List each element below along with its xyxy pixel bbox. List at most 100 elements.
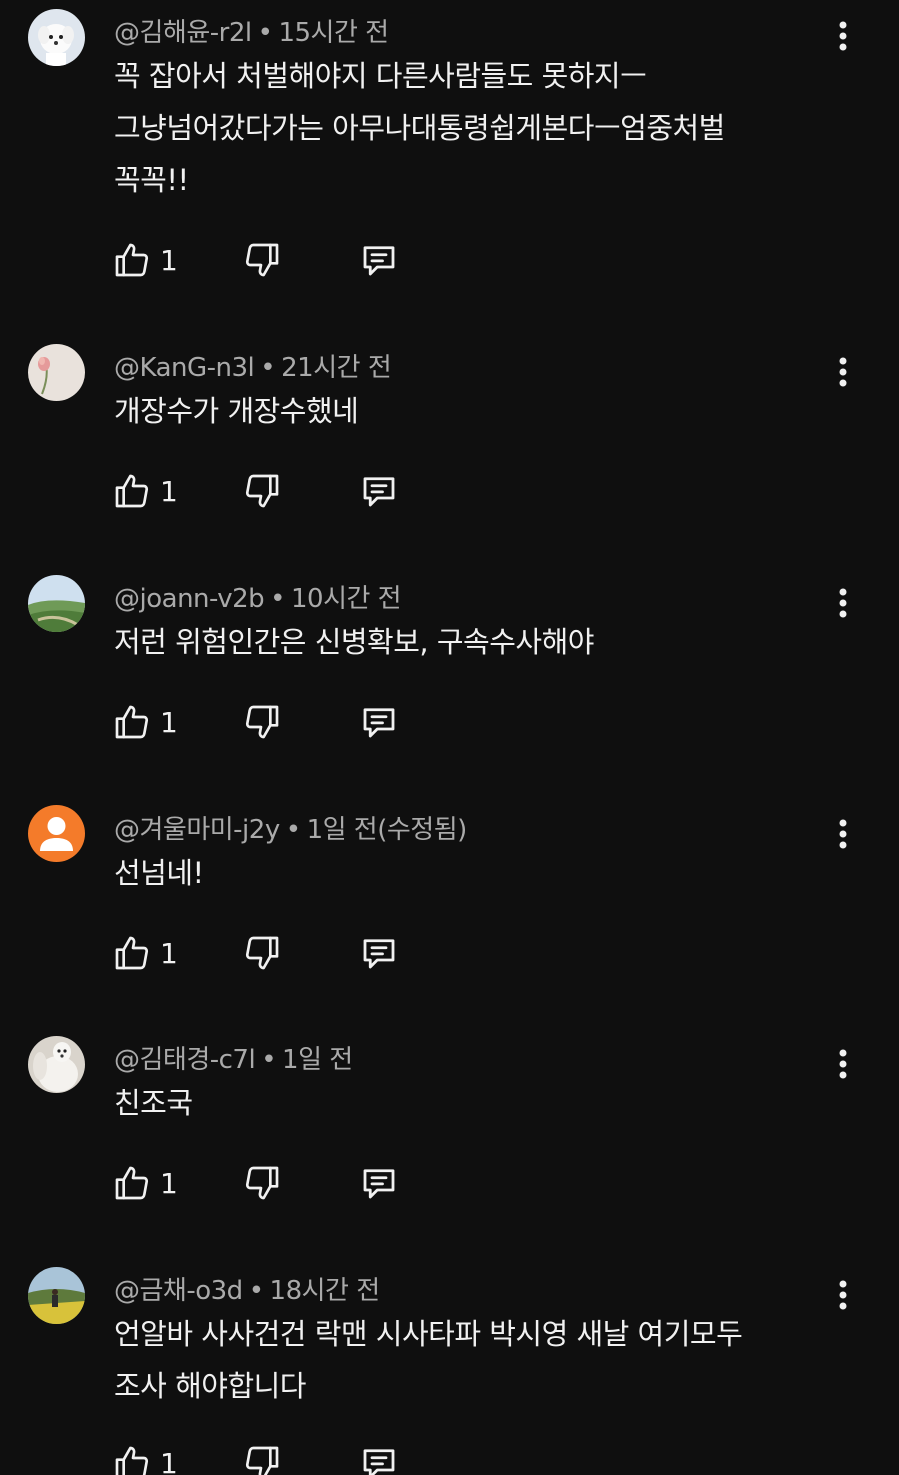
comment-text: 꼭 잡아서 처벌해야지 다른사람들도 못하지ㅡ 그냥넘어갔다가는 아무나대통령쉽… <box>114 50 814 206</box>
comment-text-line: 언알바 사사건건 락맨 시사타파 박시영 새날 여기모두 <box>114 1317 743 1351</box>
more-options-button[interactable] <box>826 1275 860 1315</box>
comment-author[interactable]: @금채-o3d <box>114 1276 243 1306</box>
reply-comment-icon <box>363 246 395 276</box>
avatar[interactable] <box>28 575 85 632</box>
like-count: 1 <box>160 705 178 739</box>
comment-text-line: 저런 위험인간은 신병확보, 구속수사해야 <box>114 625 594 659</box>
thumbs-up-icon <box>115 705 149 739</box>
more-vertical-icon <box>839 1280 847 1310</box>
dislike-button[interactable] <box>242 469 282 513</box>
reply-button[interactable] <box>358 931 400 975</box>
comment-author[interactable]: @겨울마미-j2y <box>114 815 280 845</box>
like-count: 1 <box>160 936 178 970</box>
more-vertical-icon <box>839 588 847 618</box>
avatar[interactable] <box>28 344 85 401</box>
comment-meta: @joann-v2b • 10시간 전 <box>114 578 402 615</box>
dislike-button[interactable] <box>242 931 282 975</box>
like-button[interactable]: 1 <box>112 1161 178 1205</box>
more-vertical-icon <box>839 819 847 849</box>
like-button[interactable]: 1 <box>112 931 178 975</box>
reply-comment-icon <box>363 708 395 738</box>
dislike-button[interactable] <box>242 1441 282 1475</box>
thumbs-up-icon <box>115 474 149 508</box>
comment-time[interactable]: 10시간 전 <box>291 584 402 614</box>
meta-separator: • <box>257 18 273 48</box>
comment-item: @김해윤-r2l • 15시간 전 꼭 잡아서 처벌해야지 다른사람들도 못하지ㅡ … <box>0 0 899 320</box>
comment-time[interactable]: 1일 전(수정됨) <box>307 815 468 845</box>
meta-separator: • <box>261 1045 277 1075</box>
more-options-button[interactable] <box>826 352 860 392</box>
like-button[interactable]: 1 <box>112 700 178 744</box>
thumbs-down-icon <box>245 243 279 277</box>
reply-comment-icon <box>363 939 395 969</box>
comment-time[interactable]: 15시간 전 <box>278 18 389 48</box>
reply-button[interactable] <box>358 1441 400 1475</box>
comment-meta: @금채-o3d • 18시간 전 <box>114 1270 380 1307</box>
comment-text-line: 개장수가 개장수했네 <box>114 394 359 428</box>
more-options-button[interactable] <box>826 814 860 854</box>
thumbs-down-icon <box>245 1446 279 1475</box>
dislike-button[interactable] <box>242 700 282 744</box>
more-vertical-icon <box>839 21 847 51</box>
reply-button[interactable] <box>358 469 400 513</box>
more-options-button[interactable] <box>826 583 860 623</box>
meta-separator: • <box>270 584 285 614</box>
comment-item: @joann-v2b • 10시간 전 저런 위험인간은 신병확보, 구속수사해야 … <box>0 566 899 786</box>
comment-text-line: 선넘네! <box>114 856 204 890</box>
thumbs-down-icon <box>245 936 279 970</box>
comment-time[interactable]: 18시간 전 <box>270 1276 381 1306</box>
comment-item: @겨울마미-j2y • 1일 전(수정됨) 선넘네! 1 <box>0 797 899 1017</box>
like-count: 1 <box>160 474 178 508</box>
avatar[interactable] <box>28 805 85 862</box>
reply-comment-icon <box>363 477 395 507</box>
comment-text: 개장수가 개장수했네 <box>114 385 814 437</box>
comment-author[interactable]: @KanG-n3l <box>114 353 255 383</box>
comment-text-line: 친조국 <box>114 1086 193 1120</box>
comment-text-line: 그냥넘어갔다가는 아무나대통령쉽게본다ㅡ엄중처벌 <box>114 111 725 145</box>
comment-item: @김태경-c7l • 1일 전 친조국 1 <box>0 1027 899 1247</box>
avatar[interactable] <box>28 1036 85 1093</box>
like-button[interactable]: 1 <box>112 238 178 282</box>
thumbs-up-icon <box>115 1166 149 1200</box>
thumbs-up-icon <box>115 1446 149 1475</box>
like-count: 1 <box>160 243 178 277</box>
comment-time[interactable]: 21시간 전 <box>281 353 392 383</box>
dislike-button[interactable] <box>242 1161 282 1205</box>
like-button[interactable]: 1 <box>112 1441 178 1475</box>
dislike-button[interactable] <box>242 238 282 282</box>
comment-text: 저런 위험인간은 신병확보, 구속수사해야 <box>114 616 814 668</box>
like-count: 1 <box>160 1166 178 1200</box>
more-options-button[interactable] <box>826 16 860 56</box>
comment-time[interactable]: 1일 전 <box>282 1045 353 1075</box>
like-count: 1 <box>160 1446 178 1475</box>
comment-text-line: 조사 해야합니다 <box>114 1369 306 1403</box>
comment-item: @KanG-n3l • 21시간 전 개장수가 개장수했네 1 <box>0 335 899 555</box>
thumbs-up-icon <box>115 936 149 970</box>
thumbs-down-icon <box>245 1166 279 1200</box>
meta-separator: • <box>260 353 276 383</box>
reply-comment-icon <box>363 1449 395 1475</box>
comment-meta: @KanG-n3l • 21시간 전 <box>114 347 392 384</box>
comment-author[interactable]: @김해윤-r2l <box>114 18 252 48</box>
comment-author[interactable]: @joann-v2b <box>114 584 265 614</box>
comment-text-line: 꼭 잡아서 처벌해야지 다른사람들도 못하지ㅡ <box>114 59 647 93</box>
comment-text: 친조국 <box>114 1077 814 1129</box>
thumbs-down-icon <box>245 474 279 508</box>
thumbs-up-icon <box>115 243 149 277</box>
comment-meta: @김태경-c7l • 1일 전 <box>114 1039 353 1076</box>
more-options-button[interactable] <box>826 1044 860 1084</box>
reply-comment-icon <box>363 1169 395 1199</box>
reply-button[interactable] <box>358 1161 400 1205</box>
comment-author[interactable]: @김태경-c7l <box>114 1045 256 1075</box>
meta-separator: • <box>285 815 301 845</box>
comment-meta: @김해윤-r2l • 15시간 전 <box>114 12 389 49</box>
avatar[interactable] <box>28 1267 85 1324</box>
meta-separator: • <box>248 1276 264 1306</box>
comment-item: @금채-o3d • 18시간 전 언알바 사사건건 락맨 시사타파 박시영 새날 여… <box>0 1258 899 1475</box>
like-button[interactable]: 1 <box>112 469 178 513</box>
more-vertical-icon <box>839 357 847 387</box>
comment-text: 선넘네! <box>114 847 814 899</box>
avatar[interactable] <box>28 9 85 66</box>
reply-button[interactable] <box>358 238 400 282</box>
reply-button[interactable] <box>358 700 400 744</box>
